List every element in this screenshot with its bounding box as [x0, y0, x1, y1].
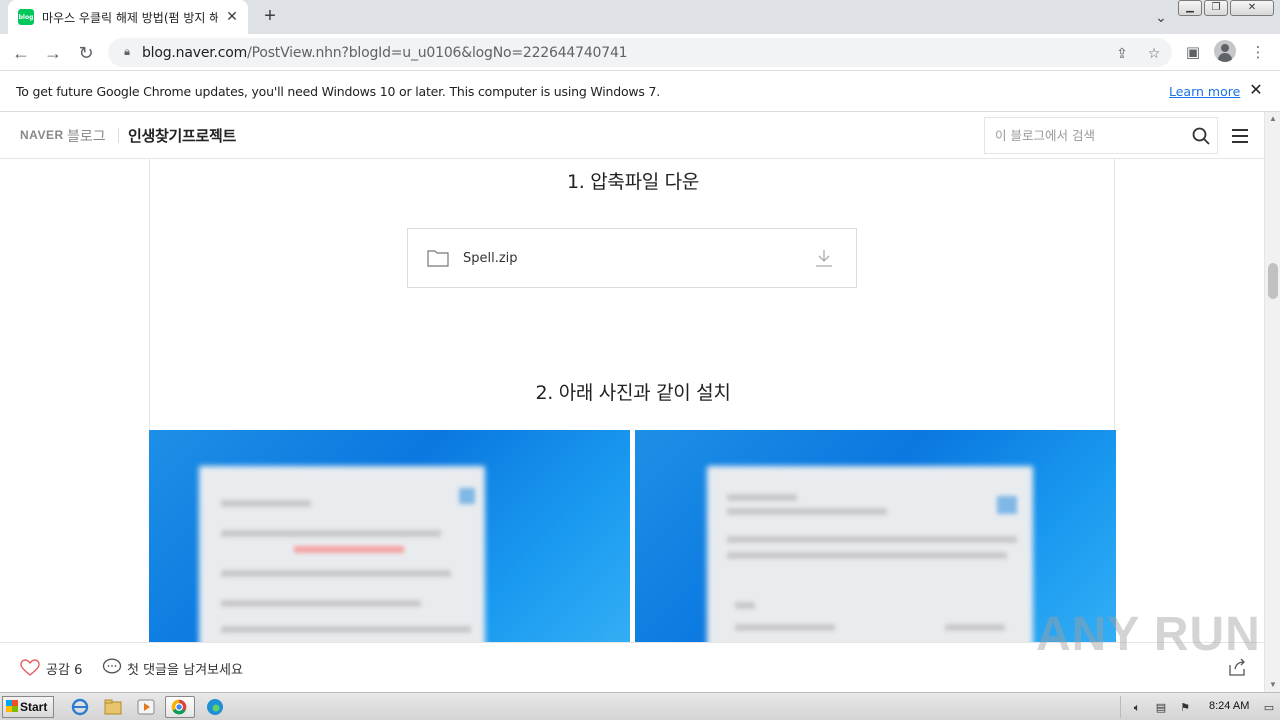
step1-heading: 1. 압축파일 다운	[566, 171, 700, 193]
infobar-message: To get future Google Chrome updates, you…	[16, 83, 661, 99]
blog-header: NAVER 블로그 인생찾기프로젝트	[0, 112, 1264, 159]
blog-search-box	[984, 117, 1218, 154]
chrome-menu-icon[interactable]: ⋮	[1245, 40, 1271, 66]
blurred-button	[997, 496, 1017, 514]
update-infobar: To get future Google Chrome updates, you…	[0, 71, 1280, 112]
restore-button[interactable]: ❐	[1204, 0, 1228, 16]
action-center-flag-icon[interactable]: ⚑	[1177, 701, 1193, 715]
post-body: 1. 압축파일 다운 Spell.zip 2. 아래 사진과 같이 설치	[149, 159, 1116, 692]
attachment-file-box[interactable]: Spell.zip	[407, 228, 857, 288]
screen: blog 마우스 우클릭 해제 방법(펌 방지 해 ✕ + ⌄ ▁ ❐ ✕ ← …	[0, 0, 1280, 720]
start-button[interactable]: Start	[2, 696, 54, 718]
search-icon[interactable]	[1191, 126, 1211, 146]
like-label: 공감	[46, 663, 70, 678]
bookmark-star-icon[interactable]: ☆	[1145, 44, 1163, 62]
share-page-icon[interactable]: ⇪	[1113, 44, 1131, 62]
network-icon[interactable]: ▤	[1153, 701, 1169, 715]
url-path: /PostView.nhn?blogId=u_u0106&logNo=22264…	[247, 44, 628, 61]
naver-logo[interactable]: NAVER	[20, 128, 64, 142]
tab-strip: blog 마우스 우클릭 해제 방법(펌 방지 해 ✕ + ⌄ ▁ ❐ ✕	[0, 0, 1280, 34]
blurred-button	[459, 488, 475, 504]
vertical-scrollbar[interactable]: ▲ ▼	[1264, 112, 1280, 692]
blurred-line	[727, 536, 1017, 543]
taskbar-clock[interactable]: 8:24 AM	[1209, 700, 1249, 712]
show-desktop-icon[interactable]: ▭	[1261, 701, 1277, 715]
new-tab-plus-icon[interactable]: +	[258, 4, 282, 28]
blurred-line	[727, 552, 1007, 559]
header-divider	[118, 128, 119, 143]
naver-blog-favicon-icon: blog	[18, 9, 34, 25]
scroll-up-arrow-icon[interactable]: ▲	[1268, 114, 1278, 124]
heart-icon[interactable]	[20, 659, 40, 677]
blog-search-input[interactable]	[985, 118, 1185, 153]
tab-search-chevron-icon[interactable]: ⌄	[1150, 6, 1172, 28]
blurred-line	[735, 602, 755, 609]
ie-taskbar-icon[interactable]	[68, 696, 92, 718]
reload-icon[interactable]: ↻	[73, 40, 99, 66]
blurred-line	[945, 624, 1005, 631]
blurred-highlight	[294, 546, 404, 553]
blog-logo-text[interactable]: 블로그	[67, 126, 106, 146]
blurred-line	[221, 626, 471, 633]
hamburger-menu-icon[interactable]	[1232, 129, 1248, 143]
tab-close-icon[interactable]: ✕	[224, 8, 240, 24]
browser-tab[interactable]: blog 마우스 우클릭 해제 방법(펌 방지 해 ✕	[8, 0, 248, 34]
explorer-folder-taskbar-icon[interactable]	[101, 696, 125, 718]
system-tray: 🔈︎ ▤ ⚑ ▭	[1120, 696, 1280, 718]
step2-heading: 2. 아래 사진과 같이 설치	[535, 382, 731, 404]
page-viewport: NAVER 블로그 인생찾기프로젝트 1. 압축파일 다운 Spell.zip …	[0, 112, 1264, 692]
comment-icon[interactable]	[102, 658, 122, 676]
close-window-button[interactable]: ✕	[1230, 0, 1274, 16]
blog-name[interactable]: 인생찾기프로젝트	[128, 125, 236, 146]
blurred-line	[727, 494, 797, 501]
like-count[interactable]: 공감 6	[46, 659, 82, 678]
profile-avatar-icon[interactable]	[1214, 40, 1236, 62]
blurred-line	[727, 508, 887, 515]
scrollbar-thumb[interactable]	[1268, 263, 1278, 299]
scroll-down-arrow-icon[interactable]: ▼	[1268, 680, 1278, 690]
attachment-file-name[interactable]: Spell.zip	[463, 251, 518, 266]
comment-prompt[interactable]: 첫 댓글을 남겨보세요	[127, 659, 243, 678]
like-number: 6	[74, 663, 83, 678]
infobar-close-icon[interactable]: ✕	[1246, 81, 1266, 101]
side-panel-icon[interactable]: ▣	[1180, 40, 1206, 66]
folder-icon	[427, 250, 449, 267]
download-icon[interactable]	[814, 248, 834, 268]
url-host: blog.naver.com	[142, 44, 248, 61]
lock-icon: 🔒︎	[124, 45, 130, 58]
forward-arrow-icon[interactable]: →	[40, 40, 66, 66]
back-arrow-icon[interactable]: ←	[8, 40, 34, 66]
blurred-line	[221, 600, 421, 607]
learn-more-link[interactable]: Learn more	[1169, 84, 1240, 99]
anyrun-watermark: ANY RUN	[1036, 608, 1261, 661]
browser-toolbar: ← → ↻ 🔒︎ blog.naver.com/PostView.nhn?blo…	[0, 34, 1280, 71]
windows-taskbar: Start 🔈︎ ▤ ⚑ ▭ 8:24 AM	[0, 692, 1280, 720]
chrome-taskbar-icon[interactable]	[165, 696, 195, 718]
blurred-line	[221, 500, 311, 507]
blurred-line	[221, 570, 451, 577]
blurred-line	[735, 624, 835, 631]
minimize-button[interactable]: ▁	[1178, 0, 1202, 16]
volume-icon[interactable]: 🔈︎	[1129, 701, 1145, 715]
blurred-line	[221, 530, 441, 537]
edge-taskbar-icon[interactable]	[203, 696, 227, 718]
url-text: blog.naver.com/PostView.nhn?blogId=u_u01…	[142, 44, 628, 61]
window-controls: ▁ ❐ ✕	[1178, 0, 1274, 16]
address-bar[interactable]: 🔒︎ blog.naver.com/PostView.nhn?blogId=u_…	[108, 38, 1172, 67]
tab-title: 마우스 우클릭 해제 방법(펌 방지 해	[42, 10, 218, 25]
media-player-taskbar-icon[interactable]	[134, 696, 158, 718]
